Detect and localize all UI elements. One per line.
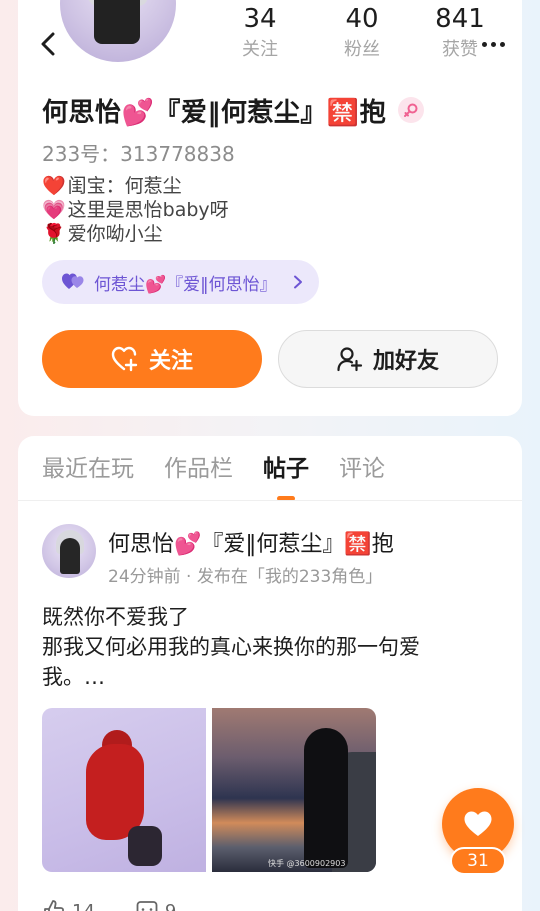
relationship-tag-label: 何惹尘💕『爱‖何思怡』	[94, 274, 277, 295]
post-actions: 14 9	[42, 896, 176, 911]
post-author-name-text: 何思怡💕『爱‖何惹尘』🈲抱	[108, 532, 394, 557]
stat-following-label: 关注	[242, 39, 278, 60]
stat-fans-count: 40	[345, 4, 379, 34]
rose-icon: 🌹	[42, 223, 66, 245]
bio-line: 💗 这里是思怡baby呀	[42, 198, 229, 222]
double-heart-icon	[62, 273, 84, 289]
comment-button[interactable]: 9	[135, 896, 176, 911]
more-options-button[interactable]	[476, 32, 510, 56]
post-meta: 24分钟前 · 发布在「我的233角色」	[108, 567, 383, 587]
post-image-2[interactable]: 快手 @3600902903	[212, 708, 376, 872]
female-icon	[398, 97, 425, 123]
bio-line: ❤️ 闺宝：何惹尘	[42, 174, 229, 198]
post-text-line: 那我又何必用我的真心来换你的那一句爱	[42, 635, 420, 659]
bio-text: 这里是思怡baby呀	[67, 199, 229, 221]
chevron-right-icon	[293, 275, 302, 289]
divider	[18, 500, 522, 501]
bio-text: 闺宝：何惹尘	[67, 175, 182, 197]
heart-icon	[464, 811, 492, 836]
post-image-1[interactable]	[42, 708, 206, 872]
more-dot-icon	[490, 41, 496, 47]
relationship-tag[interactable]: 何惹尘💕『爱‖何思怡』	[42, 260, 319, 304]
profile-stats: 34 关注 40 粉丝 841 获赞	[0, 2, 540, 72]
tab-comments[interactable]: 评论	[339, 452, 385, 502]
tab-label: 帖子	[263, 456, 309, 482]
post-text[interactable]: 既然你不爱我了 那我又何必用我的真心来换你的那一句爱 我。…	[42, 602, 492, 692]
post-text-line: 我。…	[42, 665, 105, 689]
add-friend-button[interactable]: 加好友	[278, 330, 498, 388]
stat-fans[interactable]: 40 粉丝	[322, 2, 402, 64]
profile-uid: 233号：313778838	[42, 142, 235, 166]
red-heart-icon: ❤️	[42, 175, 66, 197]
tab-label: 作品栏	[164, 456, 233, 482]
follow-button-label: 关注	[148, 349, 193, 374]
add-user-icon	[337, 347, 363, 372]
profile-bio: ❤️ 闺宝：何惹尘 💗 这里是思怡baby呀 🌹 爱你呦小尘	[42, 174, 229, 246]
tab-recently-played[interactable]: 最近在玩	[42, 452, 134, 502]
bio-text: 爱你呦小尘	[67, 223, 163, 245]
thumbs-up-icon	[44, 900, 65, 911]
bio-line: 🌹 爱你呦小尘	[42, 222, 229, 246]
more-dot-icon	[481, 41, 487, 47]
post-text-line: 既然你不爱我了	[42, 605, 189, 629]
add-friend-label: 加好友	[372, 349, 439, 374]
content-tabs: 最近在玩 作品栏 帖子 评论	[42, 452, 385, 502]
follow-button[interactable]: 关注	[42, 330, 262, 388]
tab-label: 评论	[339, 456, 385, 482]
tab-label: 最近在玩	[42, 456, 134, 482]
profile-name: 何思怡💕『爱‖何惹尘』🈲抱	[42, 97, 387, 128]
comment-icon	[136, 901, 158, 911]
stat-following-count: 34	[243, 4, 277, 34]
like-count-badge: 31	[450, 847, 506, 875]
more-dot-icon	[499, 41, 505, 47]
stat-likes-count: 841	[435, 4, 485, 34]
image-watermark: 快手 @3600902903	[268, 859, 346, 868]
post-author-name[interactable]: 何思怡💕『爱‖何惹尘』🈲抱	[108, 526, 394, 558]
thumbs-up-count: 14	[72, 900, 95, 911]
profile-name-row: 何思怡💕『爱‖何惹尘』🈲抱	[42, 90, 425, 130]
stat-following[interactable]: 34 关注	[220, 2, 300, 64]
thumbs-up-button[interactable]: 14	[42, 896, 95, 911]
heart-plus-icon	[111, 346, 138, 372]
post-author-avatar[interactable]	[42, 524, 96, 578]
pink-heart-icon: 💗	[42, 199, 66, 221]
comment-count: 9	[164, 900, 177, 911]
tab-works[interactable]: 作品栏	[164, 452, 233, 502]
stat-fans-label: 粉丝	[344, 39, 380, 60]
tab-posts[interactable]: 帖子	[263, 452, 309, 502]
